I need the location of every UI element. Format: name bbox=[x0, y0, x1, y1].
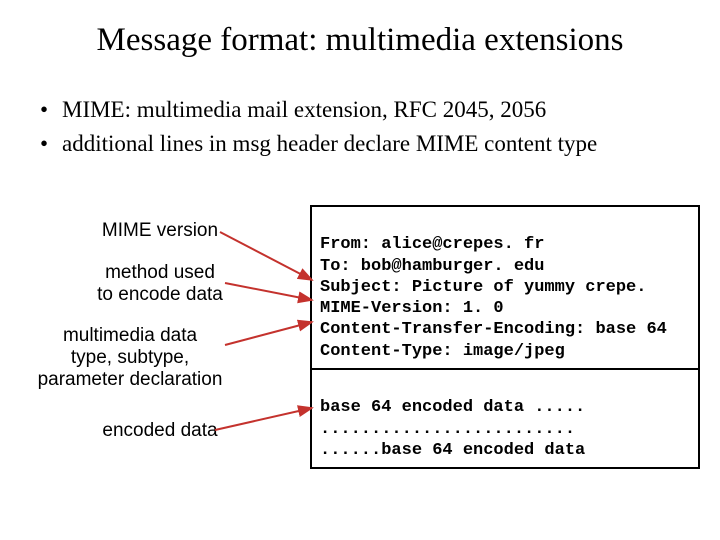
body-line: base 64 encoded data ..... bbox=[320, 398, 585, 417]
header-line: From: alice@crepes. fr bbox=[320, 235, 544, 254]
header-line: MIME-Version: 1. 0 bbox=[320, 299, 504, 318]
label-line: method used bbox=[80, 262, 240, 284]
slide: Message format: multimedia extensions MI… bbox=[0, 0, 720, 540]
header-line: Content-Type: image/jpeg bbox=[320, 342, 565, 361]
label-encoding-method: method used to encode data bbox=[80, 262, 240, 306]
header-line: Subject: Picture of yummy crepe. bbox=[320, 278, 646, 297]
label-line: multimedia data bbox=[20, 325, 240, 347]
header-line: To: bob@hamburger. edu bbox=[320, 257, 544, 276]
label-multimedia-type: multimedia data type, subtype, parameter… bbox=[20, 325, 240, 391]
body-line: ......base 64 encoded data bbox=[320, 441, 585, 460]
mail-header-box: From: alice@crepes. fr To: bob@hamburger… bbox=[310, 205, 700, 370]
bullet-item: additional lines in msg header declare M… bbox=[40, 129, 680, 159]
bullet-list: MIME: multimedia mail extension, RFC 204… bbox=[40, 95, 680, 163]
mail-body-box: base 64 encoded data ..... .............… bbox=[310, 368, 700, 469]
header-line: Content-Transfer-Encoding: base 64 bbox=[320, 320, 667, 339]
bullet-item: MIME: multimedia mail extension, RFC 204… bbox=[40, 95, 680, 125]
label-line: type, subtype, bbox=[20, 347, 240, 369]
label-encoded-data: encoded data bbox=[80, 420, 240, 442]
body-line: ......................... bbox=[320, 420, 575, 439]
label-line: to encode data bbox=[80, 284, 240, 306]
label-mime-version: MIME version bbox=[80, 220, 240, 242]
slide-title: Message format: multimedia extensions bbox=[0, 22, 720, 59]
label-line: parameter declaration bbox=[20, 369, 240, 391]
